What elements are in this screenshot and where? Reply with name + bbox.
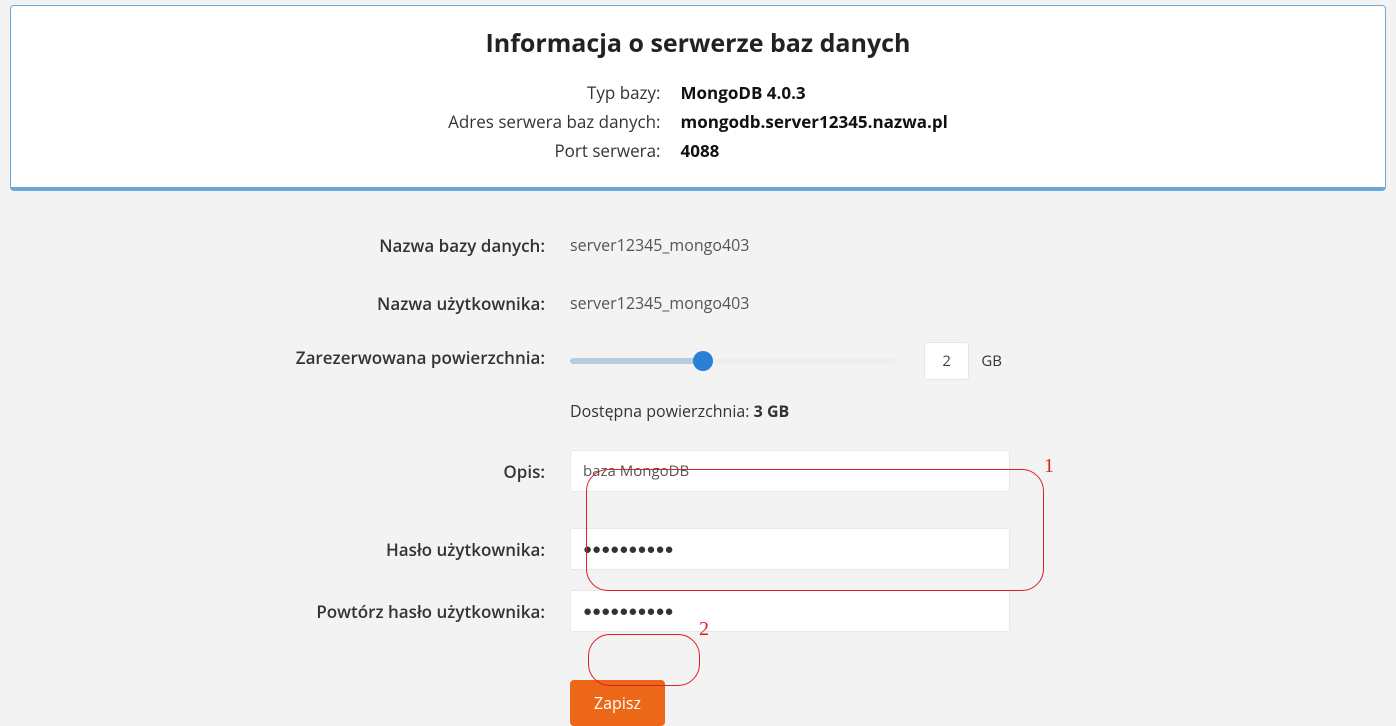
annotation-label-2: 2 (699, 618, 709, 641)
panel-title: Informacja o serwerze baz danych (41, 26, 1355, 60)
user-name-value: server12345_mongo403 (570, 284, 1090, 322)
server-port-label: Port serwera: (438, 136, 670, 165)
db-type-label: Typ bazy: (438, 78, 670, 107)
password-label: Hasło użytkownika: (0, 538, 570, 561)
reserved-space-unit: GB (981, 351, 1002, 371)
database-form: Nazwa bazy danych: server12345_mongo403 … (0, 226, 1396, 726)
server-info-panel: Informacja o serwerze baz danych Typ baz… (10, 5, 1386, 191)
password-input[interactable] (570, 528, 1010, 570)
description-label: Opis: (0, 460, 570, 483)
available-space-value: 3 GB (754, 400, 790, 422)
db-name-value: server12345_mongo403 (570, 226, 1090, 264)
reserved-space-slider[interactable] (570, 358, 895, 364)
reserved-space-input[interactable]: 2 (924, 342, 969, 380)
reserved-space-label: Zarezerwowana powierzchnia: (0, 342, 570, 369)
password-confirm-input[interactable] (570, 590, 1010, 632)
password-confirm-label: Powtórz hasło użytkownika: (0, 600, 570, 623)
server-port-value: 4088 (671, 136, 958, 165)
description-input[interactable] (570, 450, 1010, 492)
annotation-label-1: 1 (1044, 455, 1054, 478)
user-name-label: Nazwa użytkownika: (0, 292, 570, 315)
server-info-rows: Typ bazy: MongoDB 4.0.3 Adres serwera ba… (438, 78, 958, 165)
server-address-value: mongodb.server12345.nazwa.pl (671, 107, 958, 136)
slider-thumb[interactable] (693, 351, 713, 371)
server-address-label: Adres serwera baz danych: (438, 107, 670, 136)
db-name-label: Nazwa bazy danych: (0, 234, 570, 257)
db-type-value: MongoDB 4.0.3 (671, 78, 958, 107)
available-space-text: Dostępna powierzchnia: 3 GB (570, 400, 1090, 422)
slider-fill (570, 358, 703, 364)
save-button[interactable]: Zapisz (570, 680, 665, 726)
available-space-prefix: Dostępna powierzchnia: (570, 400, 754, 422)
